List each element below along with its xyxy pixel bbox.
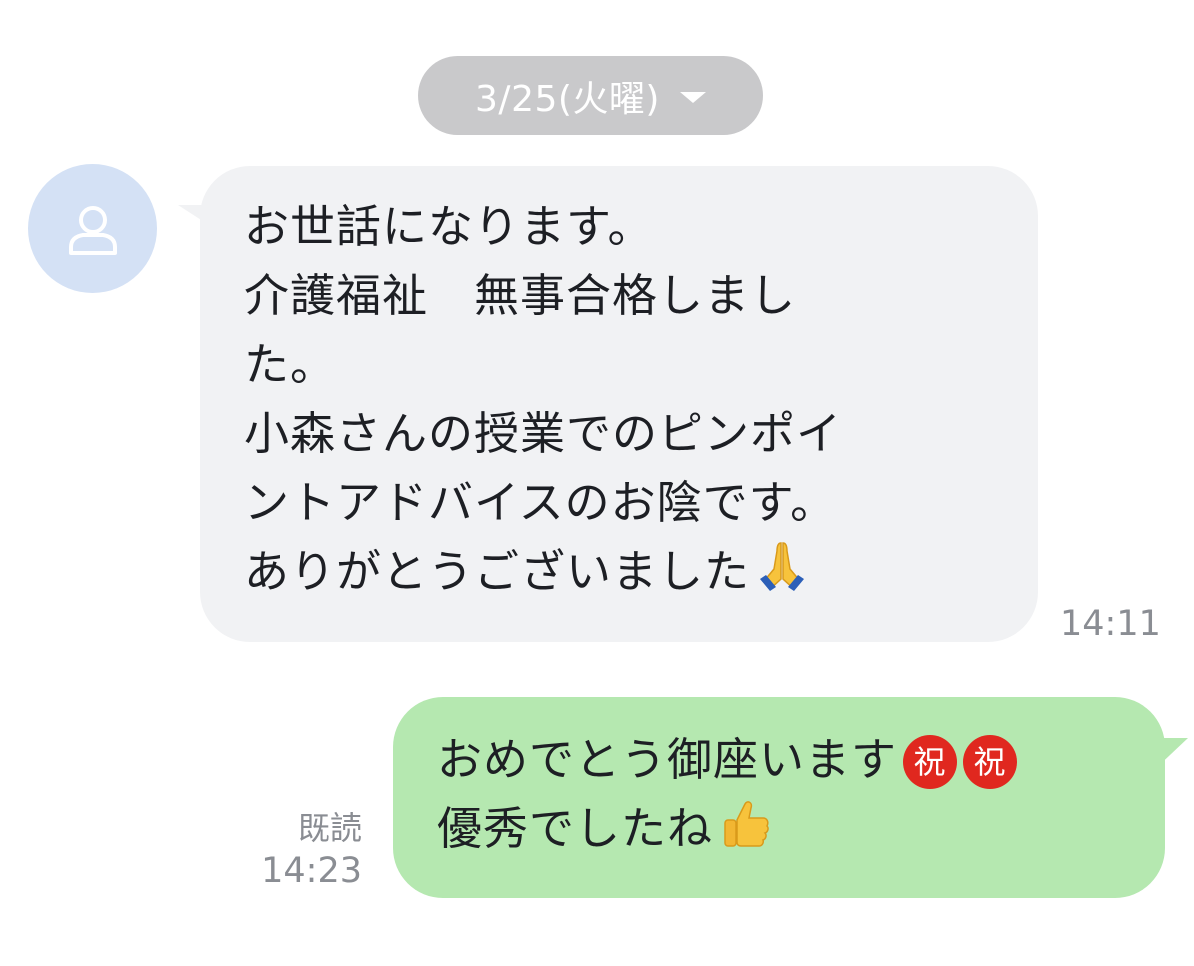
incoming-message-bubble[interactable]: お世話になります。 介護福祉 無事合格しまし た。 小森さんの授業でのピンポイ … <box>200 166 1038 642</box>
chevron-down-icon <box>679 92 706 103</box>
message-line: 介護福祉 無事合格しまし <box>244 269 797 322</box>
message-line: ントアドバイスのお陰です。 <box>244 476 837 529</box>
message-line-text: 優秀でしたね <box>437 802 714 855</box>
congratulation-ideograph-icon: 祝 <box>963 735 1018 789</box>
person-icon <box>68 205 117 255</box>
thumbs-up-emoji <box>717 796 773 871</box>
incoming-timestamp: 14:11 <box>1060 604 1161 644</box>
message-line-text: ありがとうございました <box>244 545 751 598</box>
folded-hands-emoji <box>754 539 810 614</box>
message-line: おめでとう御座います祝祝 <box>437 725 1135 794</box>
message-line: 優秀でしたね <box>437 794 1135 871</box>
date-label: 3/25(火曜) <box>475 78 660 120</box>
message-line: お世話になります。 <box>244 200 654 253</box>
avatar[interactable] <box>28 164 157 293</box>
message-line: 小森さんの授業でのピンポイ <box>244 407 843 460</box>
chat-screen: 3/25(火曜) お世話になります。 介護福祉 無事合格しまし た。 小森さんの… <box>0 0 1194 966</box>
message-line-last: ありがとうございました <box>244 537 998 614</box>
message-line: た。 <box>244 338 337 391</box>
message-line-text: おめでとう御座います <box>437 733 898 786</box>
read-receipt: 既読 <box>297 809 362 847</box>
outgoing-message-bubble[interactable]: おめでとう御座います祝祝 優秀でしたね <box>393 697 1165 898</box>
date-selector[interactable]: 3/25(火曜) <box>418 56 763 135</box>
congratulation-ideograph-icon: 祝 <box>903 735 958 789</box>
outgoing-timestamp: 14:23 <box>261 851 362 891</box>
